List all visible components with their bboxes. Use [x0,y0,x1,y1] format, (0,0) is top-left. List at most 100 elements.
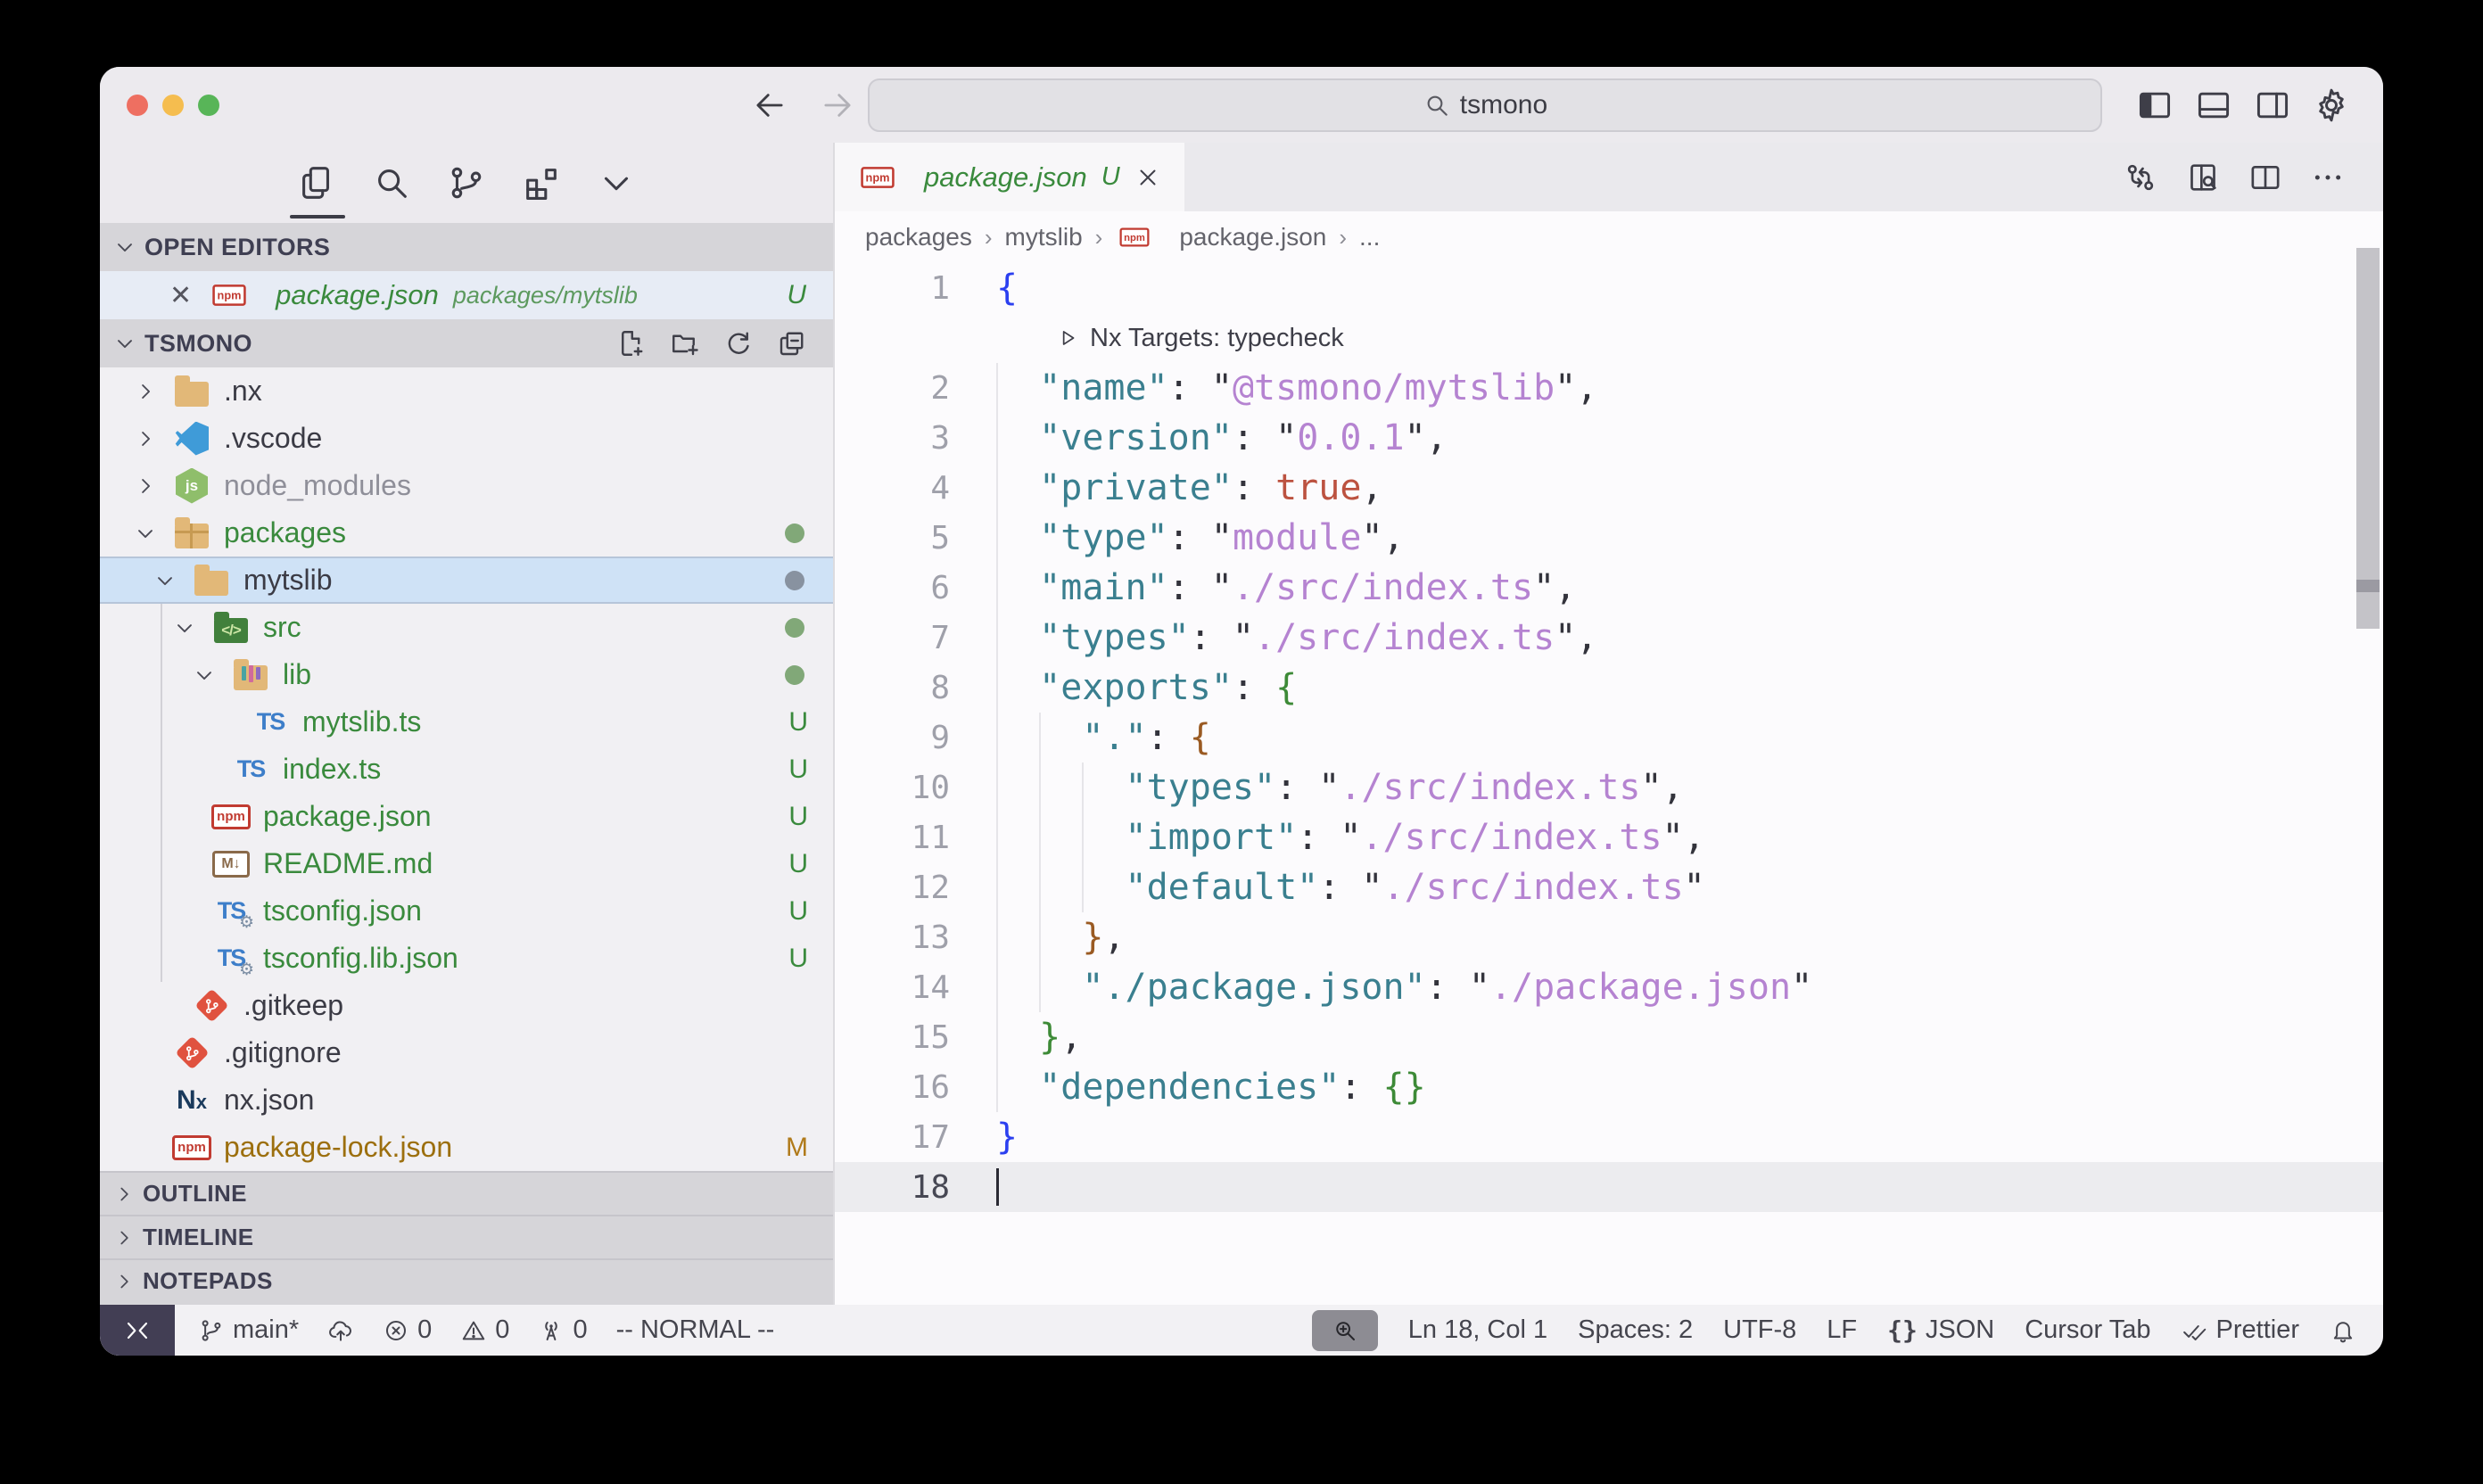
compare-changes-icon[interactable] [2123,160,2158,195]
tree-item--gitignore[interactable]: .gitignore [100,1029,833,1076]
split-editor-icon[interactable] [2248,160,2283,195]
new-folder-icon[interactable] [669,327,701,359]
tree-item-index-ts[interactable]: TSindex.tsU [100,746,833,793]
vim-mode[interactable]: -- NORMAL -- [616,1315,775,1345]
code-line-5[interactable]: 5 "type": "module", [835,513,2383,563]
tree-item--nx[interactable]: .nx [100,367,833,415]
indentation[interactable]: Spaces: 2 [1578,1315,1693,1345]
chevron-down-icon[interactable] [133,519,172,548]
code-line-6[interactable]: 6 "main": "./src/index.ts", [835,563,2383,613]
tree-item-tsconfig-json[interactable]: TS⚙tsconfig.jsonU [100,887,833,935]
chevron-down-icon[interactable] [172,614,211,642]
more-views-chevron-icon[interactable] [596,162,637,203]
breadcrumb-item[interactable]: mytslib [1005,223,1083,251]
zoom-in-icon [1332,1317,1358,1344]
branch-status[interactable]: main* [198,1315,299,1345]
chevron-right-icon[interactable] [133,425,172,453]
panel-header-outline[interactable]: OUTLINE [100,1171,833,1215]
code-line-12[interactable]: 12 "default": "./src/index.ts" [835,862,2383,912]
notifications-bell[interactable] [2330,1317,2356,1344]
close-icon[interactable]: ✕ [169,280,192,311]
scrollbar-thumb[interactable] [2356,248,2380,580]
play-icon[interactable] [1056,326,1079,350]
back-arrow-icon[interactable] [751,87,788,124]
code-line-3[interactable]: 3 "version": "0.0.1", [835,413,2383,463]
git-status-badge: U [788,754,833,785]
toggle-panel-icon[interactable] [2194,86,2233,125]
tree-item-nx-json[interactable]: Nxnx.json [100,1076,833,1124]
errors-count[interactable]: 0 [383,1315,432,1345]
tree-item-mytslib[interactable]: mytslib [100,556,833,604]
more-actions-icon[interactable] [2310,160,2346,195]
codelens[interactable]: Nx Targets: typecheck [835,313,2383,363]
tree-item-lib[interactable]: lib [100,651,833,698]
tree-item-packages[interactable]: packages [100,509,833,556]
tree-item-node-modules[interactable]: jsnode_modules [100,462,833,509]
open-preview-icon[interactable] [2185,160,2221,195]
project-section-header[interactable]: TSMONO [100,319,833,367]
code-line-7[interactable]: 7 "types": "./src/index.ts", [835,613,2383,663]
collapse-folders-icon[interactable] [776,327,808,359]
tree-item-src[interactable]: </>src [100,604,833,651]
refresh-explorer-icon[interactable] [722,327,755,359]
new-file-icon[interactable] [615,327,648,359]
code-line-4[interactable]: 4 "private": true, [835,463,2383,513]
chevron-down-icon[interactable] [153,566,192,595]
code-line-13[interactable]: 13 }, [835,912,2383,962]
breadcrumb-item[interactable]: ... [1359,223,1380,251]
code-line-9[interactable]: 9 ".": { [835,713,2383,763]
panel-header-timeline[interactable]: TIMELINE [100,1215,833,1258]
tree-item-package-json[interactable]: npmpackage.jsonU [100,793,833,840]
code-line-10[interactable]: 10 "types": "./src/index.ts", [835,763,2383,812]
breadcrumb-item[interactable]: packages [865,223,972,251]
code-line-8[interactable]: 8 "exports": { [835,663,2383,713]
code-line-1[interactable]: 1{ [835,263,2383,313]
code-line-11[interactable]: 11 "import": "./src/index.ts", [835,812,2383,862]
code-line-18[interactable]: 18 [835,1162,2383,1212]
code-line-16[interactable]: 16 "dependencies": {} [835,1062,2383,1112]
code-line-2[interactable]: 2 "name": "@tsmono/mytslib", [835,363,2383,413]
scrollbar-thumb-end[interactable] [2356,592,2380,629]
window-control-maximize[interactable] [198,95,219,116]
language-mode[interactable]: {}JSON [1887,1315,1994,1345]
cursor-tab[interactable]: Cursor Tab [2025,1315,2150,1345]
toggle-primary-sidebar-icon[interactable] [2135,86,2174,125]
chevron-right-icon[interactable] [133,472,172,500]
settings-gear-icon[interactable] [2312,86,2351,125]
tree-item--gitkeep[interactable]: .gitkeep [100,982,833,1029]
tab-package-json[interactable]: npm package.json U [835,143,1184,211]
explorer-icon[interactable] [296,162,337,203]
cursor-position[interactable]: Ln 18, Col 1 [1408,1315,1547,1345]
zoom-indicator[interactable] [1312,1310,1378,1351]
chevron-down-icon[interactable] [192,661,231,689]
code-line-15[interactable]: 15 }, [835,1012,2383,1062]
formatter[interactable]: Prettier [2182,1315,2299,1345]
search-icon[interactable] [371,162,412,203]
open-editors-header[interactable]: OPEN EDITORS [100,223,833,271]
tree-item-tsconfig-lib-json[interactable]: TS⚙tsconfig.lib.jsonU [100,935,833,982]
source-control-icon[interactable] [446,162,487,203]
extensions-icon[interactable] [521,162,562,203]
close-tab-icon[interactable] [1134,164,1161,191]
chevron-right-icon[interactable] [133,377,172,406]
tree-item-package-lock-json[interactable]: npmpackage-lock.jsonM [100,1124,833,1171]
window-control-minimize[interactable] [162,95,184,116]
open-editor-item[interactable]: ✕ npm package.json packages/mytslib U [100,271,833,319]
remote-indicator[interactable] [100,1305,175,1356]
code-line-17[interactable]: 17} [835,1112,2383,1162]
breadcrumb-item[interactable]: package.json [1179,223,1326,251]
tree-item--vscode[interactable]: .vscode [100,415,833,462]
warnings-count[interactable]: 0 [460,1315,509,1345]
code-line-14[interactable]: 14 "./package.json": "./package.json" [835,962,2383,1012]
ports-count[interactable]: 0 [538,1315,587,1345]
panel-header-notepads[interactable]: NOTEPADS [100,1258,833,1302]
window-control-close[interactable] [127,95,148,116]
code-editor[interactable]: 1{Nx Targets: typecheck2 "name": "@tsmon… [835,263,2383,1305]
toggle-secondary-sidebar-icon[interactable] [2253,86,2292,125]
encoding[interactable]: UTF-8 [1723,1315,1796,1345]
command-center-search[interactable]: tsmono [868,78,2102,132]
sync-status[interactable] [327,1317,354,1344]
tree-item-mytslib-ts[interactable]: TSmytslib.tsU [100,698,833,746]
eol-sequence[interactable]: LF [1827,1315,1857,1345]
tree-item-readme-md[interactable]: M↓README.mdU [100,840,833,887]
